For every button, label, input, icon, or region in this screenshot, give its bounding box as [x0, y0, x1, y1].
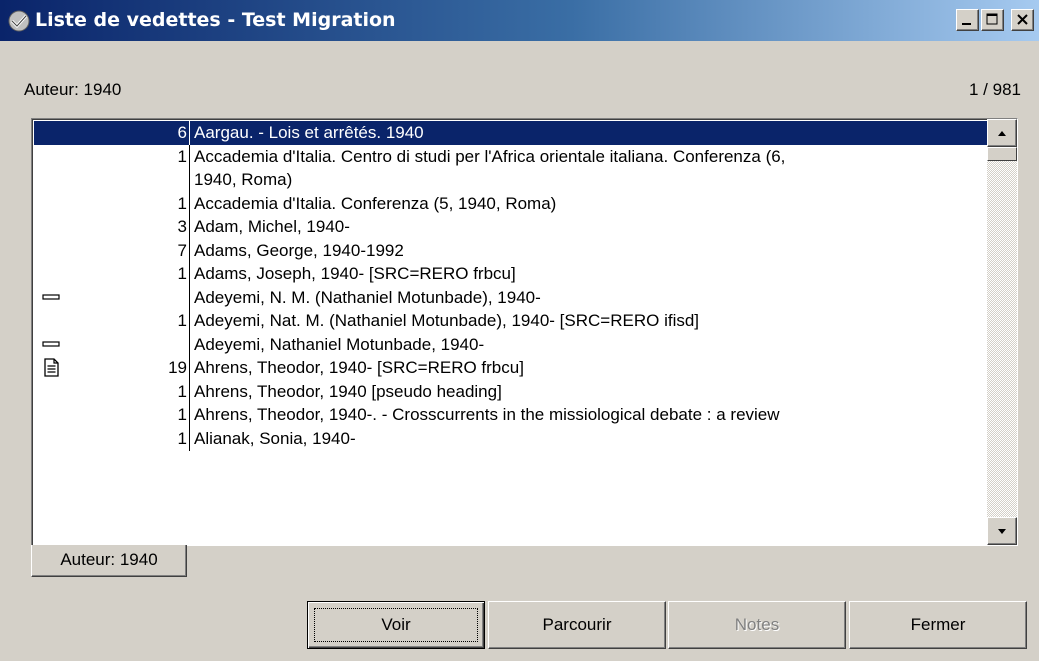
- list-item[interactable]: 3 Adam, Michel, 1940-: [34, 215, 987, 239]
- record-count: 1: [177, 264, 187, 283]
- window-title: Liste de vedettes - Test Migration: [35, 9, 396, 31]
- notes-button: Notes: [668, 601, 846, 649]
- column-divider: [189, 379, 190, 404]
- close-icon: [1017, 14, 1028, 25]
- parcourir-button-label: Parcourir: [542, 615, 612, 634]
- voir-button[interactable]: Voir: [307, 601, 485, 649]
- list-item[interactable]: Adeyemi, N. M. (Nathaniel Motunbade), 19…: [34, 285, 987, 310]
- heading-text: Adeyemi, Nathaniel Motunbade, 1940-: [194, 334, 485, 354]
- heading-text: Adams, George, 1940-1992: [194, 240, 404, 260]
- heading-text: Alianak, Sonia, 1940-: [194, 428, 356, 448]
- scroll-up-button[interactable]: [987, 119, 1017, 147]
- heading-text: Ahrens, Theodor, 1940- [SRC=RERO frbcu]: [194, 358, 524, 377]
- tab-auteur-1940[interactable]: Auteur: 1940: [31, 545, 187, 577]
- close-button[interactable]: [1011, 9, 1034, 31]
- headings-rows: 6 Aargau. - Lois et arrêtés. 1940 1 Accadem…: [34, 121, 987, 451]
- list-item[interactable]: Adeyemi, Nathaniel Motunbade, 1940-: [34, 332, 987, 357]
- heading-text: Ahrens, Theodor, 1940 [pseudo heading]: [194, 381, 502, 401]
- arrow-down-icon: [998, 529, 1006, 534]
- list-item[interactable]: 1 Ahrens, Theodor, 1940 [pseudo heading]: [34, 379, 987, 404]
- list-item[interactable]: 1 Ahrens, Theodor, 1940-. - Crosscurrents…: [34, 403, 987, 427]
- scroll-thumb[interactable]: [987, 147, 1017, 161]
- list-item[interactable]: 1 Accademia d'Italia. Centro di studi per…: [34, 144, 987, 169]
- heading-text: Adeyemi, N. M. (Nathaniel Motunbade), 19…: [194, 287, 541, 307]
- heading-text: Adeyemi, Nat. M. (Nathaniel Motunbade), …: [194, 311, 700, 330]
- column-divider: [189, 262, 190, 286]
- scroll-down-button[interactable]: [987, 517, 1017, 545]
- record-count: 3: [177, 217, 187, 236]
- arrow-up-icon: [998, 131, 1006, 136]
- column-divider: [189, 144, 190, 169]
- list-item[interactable]: 1 Accademia d'Italia. Conferenza (5, 1940…: [34, 191, 987, 216]
- heading-text: Aargau. - Lois et arrêtés. 1940: [194, 123, 424, 142]
- headings-list[interactable]: 6 Aargau. - Lois et arrêtés. 1940 1 Accadem…: [31, 118, 1018, 546]
- authority-record-icon: [44, 358, 59, 377]
- column-divider: [189, 215, 190, 239]
- minimize-button[interactable]: [956, 9, 979, 31]
- column-divider: [189, 356, 190, 380]
- column-divider: [189, 121, 190, 145]
- column-divider: [189, 285, 190, 310]
- catalog-app-icon: [8, 10, 30, 32]
- search-heading-label: Auteur: 1940: [24, 80, 122, 99]
- heading-text: Accademia d'Italia. Conferenza (5, 1940,…: [194, 193, 557, 213]
- maximize-button[interactable]: [981, 9, 1004, 31]
- list-item[interactable]: 1940, Roma): [34, 168, 987, 192]
- parcourir-button[interactable]: Parcourir: [488, 601, 666, 649]
- column-divider: [189, 238, 190, 263]
- column-divider: [189, 168, 190, 192]
- record-count: 1: [177, 193, 187, 213]
- heading-text: Adams, Joseph, 1940- [SRC=RERO frbcu]: [194, 264, 516, 283]
- record-count: 1: [177, 381, 187, 401]
- heading-text: Ahrens, Theodor, 1940-. - Crosscurrents …: [194, 405, 780, 424]
- column-divider: [189, 332, 190, 357]
- record-count: 1: [177, 311, 187, 330]
- record-count: 6: [177, 123, 187, 142]
- heading-text: Adam, Michel, 1940-: [194, 217, 350, 236]
- see-reference-icon: [42, 340, 60, 347]
- list-item[interactable]: 7 Adams, George, 1940-1992: [34, 238, 987, 263]
- maximize-icon: [986, 13, 998, 25]
- title-bar[interactable]: Liste de vedettes - Test Migration: [0, 0, 1039, 41]
- list-item[interactable]: 19 Ahrens, Theodor, 1940- [SRC=RERO frbcu…: [34, 356, 987, 380]
- focus-rect: [314, 608, 478, 642]
- position-counter: 1 / 981: [969, 80, 1021, 99]
- heading-text: 1940, Roma): [194, 170, 293, 189]
- column-divider: [189, 191, 190, 216]
- column-divider: [189, 426, 190, 451]
- notes-button-label: Notes: [734, 615, 780, 634]
- record-count: 19: [168, 358, 187, 377]
- vertical-scrollbar[interactable]: [987, 119, 1017, 545]
- record-count: 1: [177, 146, 187, 166]
- heading-text: Accademia d'Italia. Centro di studi per …: [194, 146, 786, 166]
- list-item[interactable]: 6 Aargau. - Lois et arrêtés. 1940: [34, 121, 987, 145]
- list-item[interactable]: 1 Alianak, Sonia, 1940-: [34, 426, 987, 451]
- column-divider: [189, 403, 190, 427]
- list-item[interactable]: 1 Adams, Joseph, 1940- [SRC=RERO frbcu]: [34, 262, 987, 286]
- record-count: 1: [177, 428, 187, 448]
- fermer-button[interactable]: Fermer: [849, 601, 1027, 649]
- see-reference-icon: [42, 293, 60, 300]
- list-item[interactable]: 1 Adeyemi, Nat. M. (Nathaniel Motunbade),…: [34, 309, 987, 333]
- minimize-icon: [962, 23, 971, 25]
- record-count: 1: [177, 405, 187, 424]
- record-count: 7: [177, 240, 187, 260]
- fermer-button-label: Fermer: [910, 615, 966, 634]
- column-divider: [189, 309, 190, 333]
